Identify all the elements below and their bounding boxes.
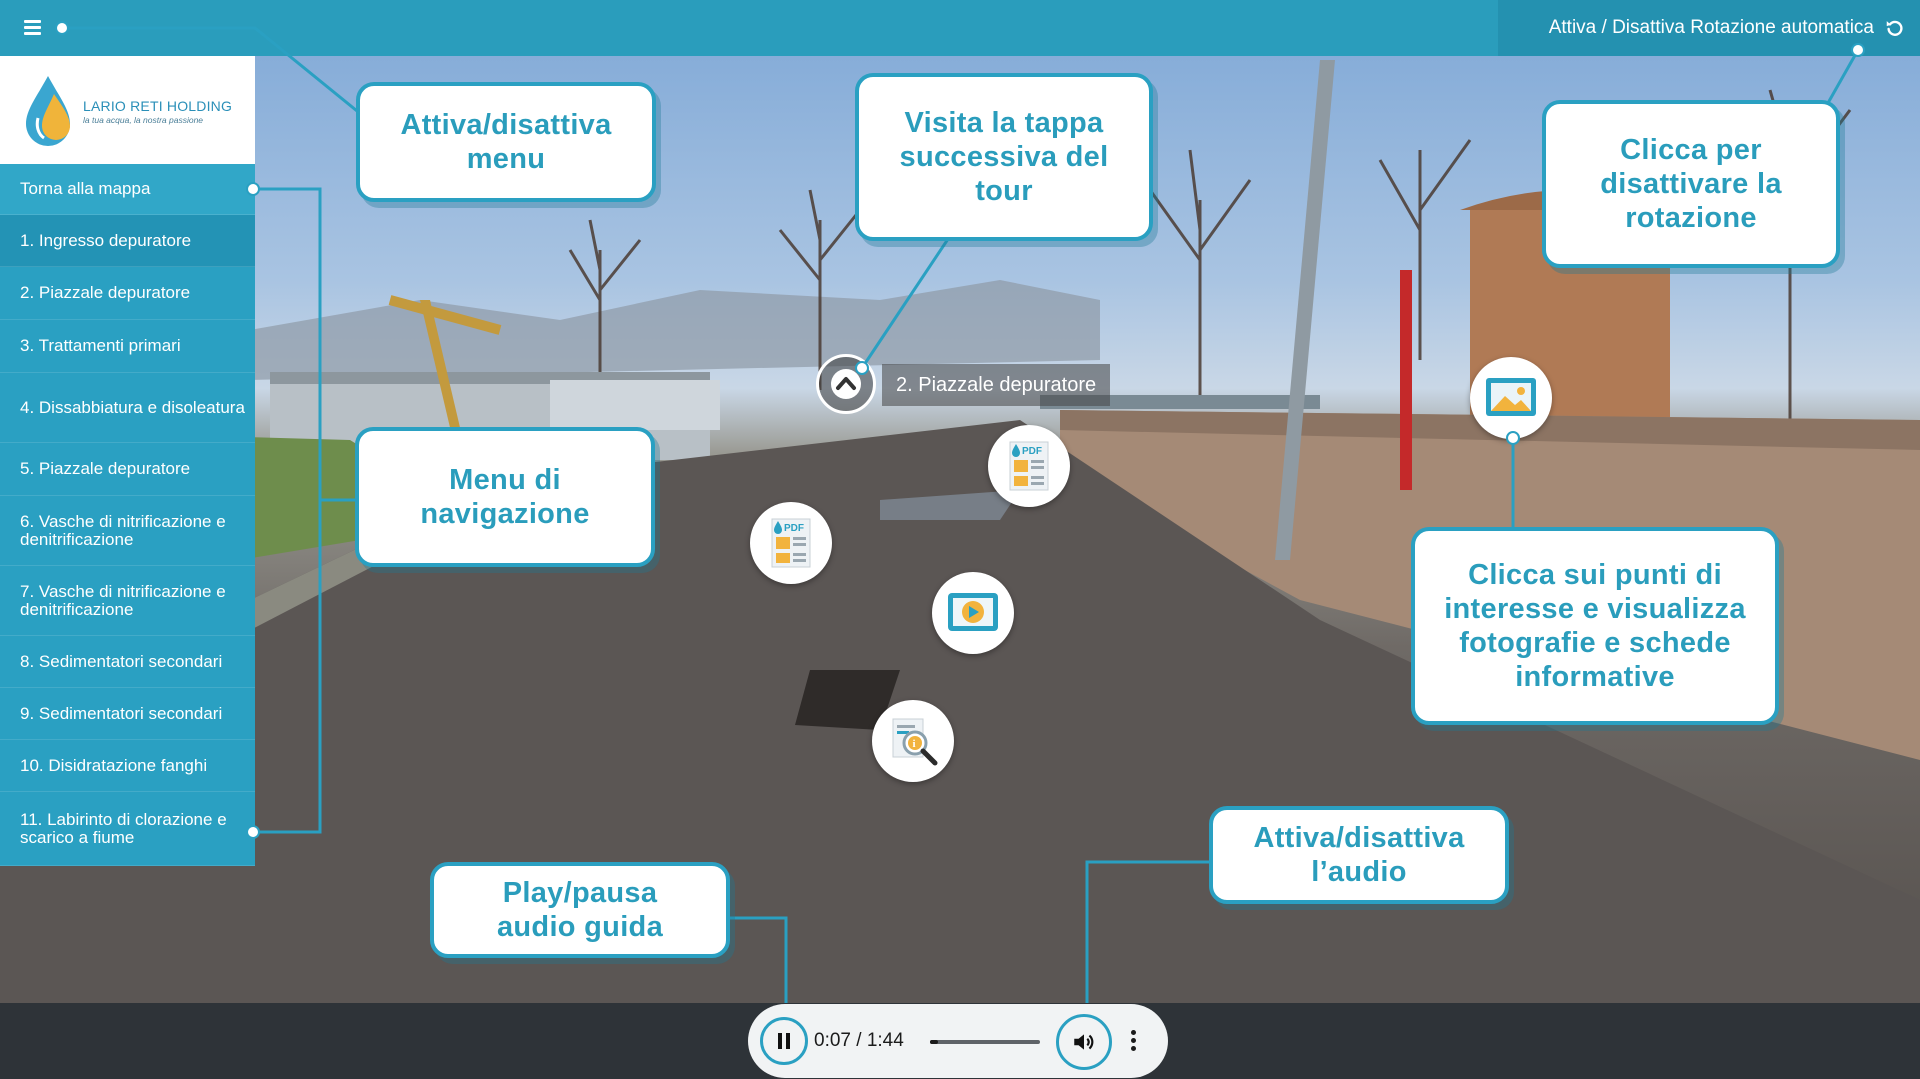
hamburger-icon-line bbox=[24, 26, 41, 29]
auto-rotation-toggle[interactable]: Attiva / Disattiva Rotazione automatica bbox=[1498, 0, 1920, 56]
pdf-hotspot-1[interactable]: PDF bbox=[988, 425, 1070, 507]
callout-menu-toggle-text: Attiva/disattiva menu bbox=[400, 109, 612, 175]
callout-next-stop: Visita la tappa successiva del tour bbox=[855, 73, 1153, 241]
logo: LARIO RETI HOLDING la tua acqua, la nost… bbox=[0, 56, 255, 164]
hamburger-icon-line bbox=[24, 32, 41, 35]
sidebar-item-label: 6. Vasche di nitrificazione e denitrific… bbox=[20, 511, 226, 549]
sidebar-item-label: 4. Dissabbiatura e disoleatura bbox=[20, 397, 245, 417]
chevron-up-icon bbox=[831, 369, 861, 399]
sidebar-item-label: 10. Disidratazione fanghi bbox=[20, 755, 208, 775]
navigation-sidebar: LARIO RETI HOLDING la tua acqua, la nost… bbox=[0, 56, 255, 866]
svg-text:PDF: PDF bbox=[1022, 446, 1042, 457]
info-search-icon: i bbox=[892, 718, 938, 766]
pdf-hotspot-2[interactable]: PDF bbox=[750, 502, 832, 584]
callout-rotation-text: Clicca per disattivare la rotazione bbox=[1600, 134, 1782, 234]
video-hotspot[interactable] bbox=[932, 572, 1014, 654]
top-bar: Attiva / Disattiva Rotazione automatica bbox=[0, 0, 1920, 56]
callout-rotation: Clicca per disattivare la rotazione bbox=[1542, 100, 1840, 268]
callout-points-of-interest-text: Clicca sui punti di interesse e visualiz… bbox=[1444, 559, 1746, 693]
more-options-button[interactable] bbox=[1128, 1028, 1138, 1054]
callout-play-pause: Play/pausa audio guida bbox=[430, 862, 730, 958]
sidebar-item-10[interactable]: 10. Disidratazione fanghi bbox=[0, 740, 255, 792]
back-to-map-label: Torna alla mappa bbox=[20, 179, 151, 198]
callout-play-pause-text: Play/pausa audio guida bbox=[496, 877, 663, 943]
audio-time: 0:07 / 1:44 bbox=[814, 1030, 904, 1051]
sidebar-item-11[interactable]: 11. Labirinto di clorazione e scarico a … bbox=[0, 792, 255, 866]
sidebar-item-label: 7. Vasche di nitrificazione e denitrific… bbox=[20, 581, 226, 619]
more-vert-dot bbox=[1130, 1046, 1136, 1051]
audio-progress-bar[interactable] bbox=[930, 1040, 1040, 1044]
pause-icon bbox=[778, 1033, 782, 1049]
sidebar-item-9[interactable]: 9. Sedimentatori secondari bbox=[0, 688, 255, 740]
pdf-icon: PDF bbox=[771, 518, 811, 568]
sidebar-item-2[interactable]: 2. Piazzale depuratore bbox=[0, 267, 255, 320]
svg-text:PDF: PDF bbox=[784, 523, 804, 534]
rotate-icon bbox=[1886, 20, 1903, 36]
more-vert-dot bbox=[1130, 1038, 1136, 1043]
sidebar-item-label: 5. Piazzale depuratore bbox=[20, 459, 191, 478]
callout-next-stop-text: Visita la tappa successiva del tour bbox=[899, 107, 1109, 207]
next-stop-button[interactable] bbox=[816, 354, 876, 414]
audio-progress-fill bbox=[930, 1040, 938, 1044]
back-to-map-link[interactable]: Torna alla mappa bbox=[0, 164, 255, 215]
pdf-icon: PDF bbox=[1009, 441, 1049, 491]
sidebar-item-label: 1. Ingresso depuratore bbox=[20, 230, 192, 250]
sidebar-item-8[interactable]: 8. Sedimentatori secondari bbox=[0, 636, 255, 688]
callout-menu-toggle: Attiva/disattiva menu bbox=[356, 82, 656, 202]
more-vert-icon bbox=[1130, 1030, 1136, 1035]
callout-audio-toggle: Attiva/disattiva l’audio bbox=[1209, 806, 1509, 904]
hamburger-menu-button[interactable] bbox=[22, 16, 46, 40]
sidebar-item-7[interactable]: 7. Vasche di nitrificazione e denitrific… bbox=[0, 566, 255, 636]
logo-name: LARIO RETI HOLDING bbox=[83, 98, 233, 114]
sidebar-item-label: 2. Piazzale depuratore bbox=[20, 283, 191, 302]
next-stop-label[interactable]: 2. Piazzale depuratore bbox=[882, 364, 1111, 406]
sidebar-item-label: 8. Sedimentatori secondari bbox=[20, 651, 223, 671]
volume-icon bbox=[1074, 1034, 1094, 1050]
sidebar-item-label: 3. Trattamenti primari bbox=[20, 336, 181, 355]
svg-text:i: i bbox=[913, 738, 916, 750]
callout-audio-toggle-text: Attiva/disattiva l’audio bbox=[1253, 822, 1465, 888]
auto-rotation-label: Attiva / Disattiva Rotazione automatica bbox=[1548, 17, 1874, 38]
sidebar-item-5[interactable]: 5. Piazzale depuratore bbox=[0, 443, 255, 496]
callout-points-of-interest: Clicca sui punti di interesse e visualiz… bbox=[1411, 527, 1779, 725]
logo-tagline: la tua acqua, la nostra passione bbox=[83, 115, 204, 125]
sidebar-item-3[interactable]: 3. Trattamenti primari bbox=[0, 320, 255, 373]
sidebar-item-6[interactable]: 6. Vasche di nitrificazione e denitrific… bbox=[0, 496, 255, 566]
sidebar-item-1[interactable]: 1. Ingresso depuratore bbox=[0, 215, 255, 267]
sidebar-item-label: 11. Labirinto di clorazione e scarico a … bbox=[20, 809, 227, 847]
image-icon bbox=[1486, 378, 1536, 416]
callout-navigation-menu: Menu di navigazione bbox=[355, 427, 655, 567]
audio-player: 0:07 / 1:44 bbox=[748, 1004, 1168, 1078]
water-drop-logo-icon bbox=[26, 76, 70, 146]
pause-icon-bar bbox=[786, 1033, 790, 1049]
video-play-icon bbox=[948, 593, 998, 631]
volume-button[interactable] bbox=[1056, 1014, 1112, 1070]
image-hotspot[interactable] bbox=[1470, 357, 1552, 439]
hamburger-icon bbox=[24, 20, 41, 23]
sidebar-item-label: 9. Sedimentatori secondari bbox=[20, 703, 223, 723]
sidebar-item-4[interactable]: 4. Dissabbiatura e disoleatura bbox=[0, 373, 255, 443]
callout-navigation-text: Menu di navigazione bbox=[420, 464, 590, 530]
info-hotspot[interactable]: i bbox=[872, 700, 954, 782]
play-pause-button[interactable] bbox=[760, 1017, 808, 1065]
